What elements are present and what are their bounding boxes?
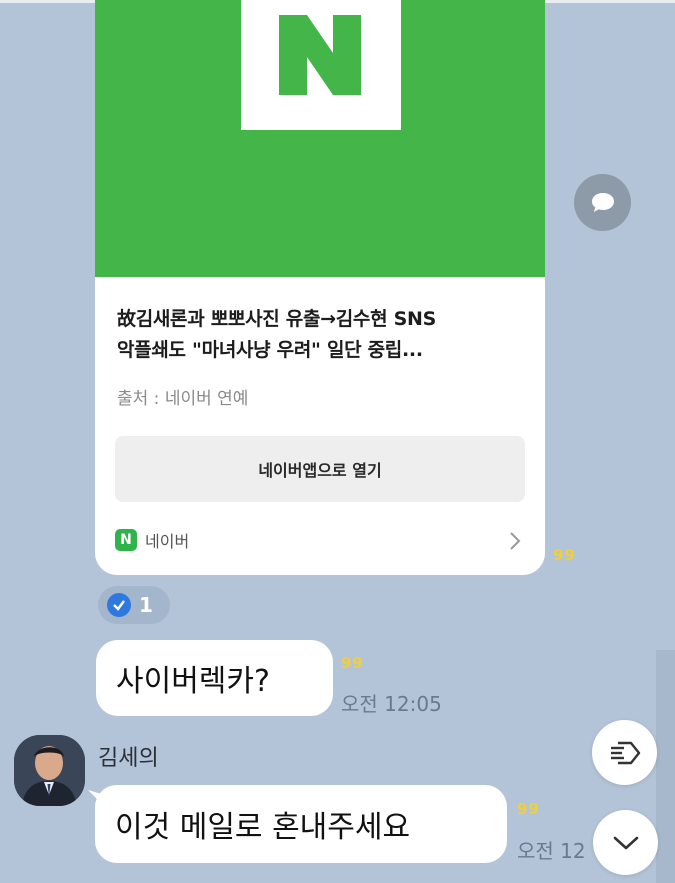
chevron-down-icon (613, 836, 638, 849)
message-time: 오전 12:05 (341, 692, 442, 716)
unread-count: 99 (341, 654, 364, 672)
naver-small-logo: N (115, 529, 137, 551)
speech-bubble-icon (591, 192, 614, 212)
avatar[interactable] (14, 735, 85, 806)
scrollbar[interactable] (656, 650, 675, 883)
message-time: 오전 12 (517, 839, 586, 863)
sender-name: 김세의 (98, 746, 159, 771)
reaction-badge[interactable]: 1 (98, 586, 170, 624)
link-title-line-1: 故김새론과 뽀뽀사진 유출→김수현 SNS (117, 308, 436, 330)
chevron-right-icon[interactable] (508, 530, 522, 552)
provider-row[interactable]: N 네이버 (115, 527, 189, 553)
unread-count: 99 (517, 800, 540, 818)
link-title-line-2: 악플쇄도 "마녀사냥 우려" 일단 중립... (117, 339, 423, 361)
open-in-naver-app-button[interactable]: 네이버앱으로 열기 (115, 436, 525, 502)
tag-button[interactable] (592, 720, 657, 785)
check-circle-icon (107, 593, 131, 617)
unread-count: 99 (553, 546, 576, 564)
link-preview-card[interactable]: 故김새론과 뽀뽀사진 유출→김수현 SNS 악플쇄도 "마녀사냥 우려" 일단 … (95, 0, 545, 575)
link-thumbnail (95, 0, 545, 277)
link-source: 출처 : 네이버 연예 (117, 389, 249, 409)
link-title[interactable]: 故김새론과 뽀뽀사진 유출→김수현 SNS 악플쇄도 "마녀사냥 우려" 일단 … (117, 304, 527, 366)
provider-name: 네이버 (145, 532, 190, 551)
scroll-down-button[interactable] (593, 810, 658, 875)
tag-icon (610, 741, 640, 764)
message-bubble[interactable]: 이것 메일로 혼내주세요 (95, 785, 507, 863)
share-button[interactable] (574, 174, 631, 231)
profile-photo (14, 735, 85, 806)
naver-logo (241, 0, 401, 130)
naver-n-icon (279, 15, 361, 95)
reaction-count: 1 (139, 593, 153, 617)
message-bubble[interactable]: 사이버렉카? (96, 640, 333, 716)
